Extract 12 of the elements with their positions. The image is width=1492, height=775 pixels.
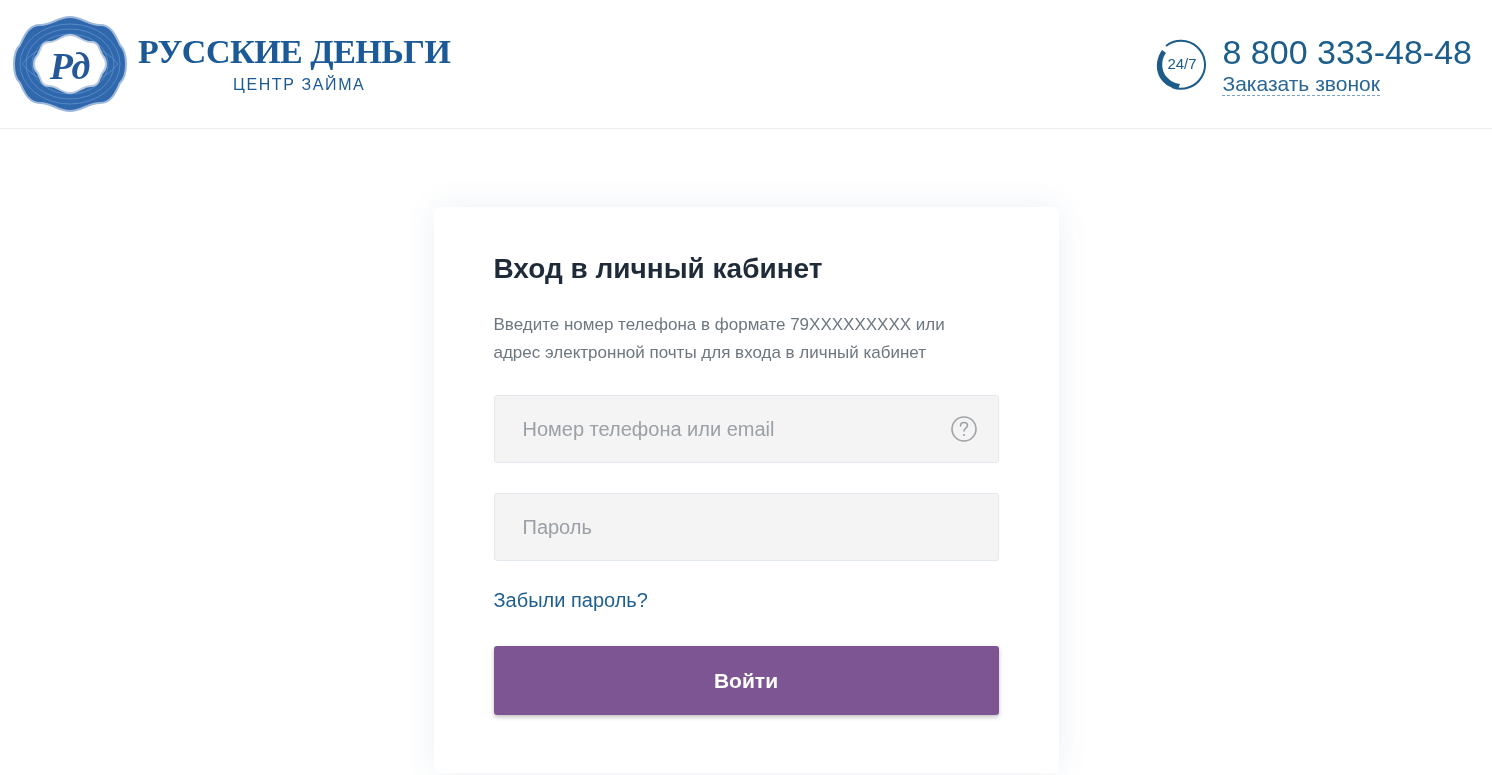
brand-tagline: ЦЕНТР ЗАЙМА bbox=[231, 75, 366, 95]
login-description: Введите номер телефона в формате 79XXXXXXXXX или адрес электронной почты для входа в личный кабинет bbox=[493, 314, 946, 364]
logo-emblem-icon: Рд bbox=[12, 15, 128, 113]
input-field[interactable]: Номер телефона или email bbox=[493, 395, 999, 463]
phone-number: 8 800 333-48-48 bbox=[1222, 32, 1472, 71]
login-button[interactable]: Войти bbox=[493, 646, 999, 715]
help-icon[interactable] bbox=[950, 416, 977, 442]
input-field[interactable]: Пароль bbox=[493, 493, 999, 561]
brand-name: РУССКИЕ ДЕНЬГИ bbox=[138, 33, 451, 71]
forgot-password-link[interactable]: Забыли пароль? bbox=[493, 586, 648, 614]
callback-link[interactable]: Заказать звонок bbox=[1222, 71, 1380, 96]
login-title: Вход в личный кабинет bbox=[493, 253, 824, 285]
